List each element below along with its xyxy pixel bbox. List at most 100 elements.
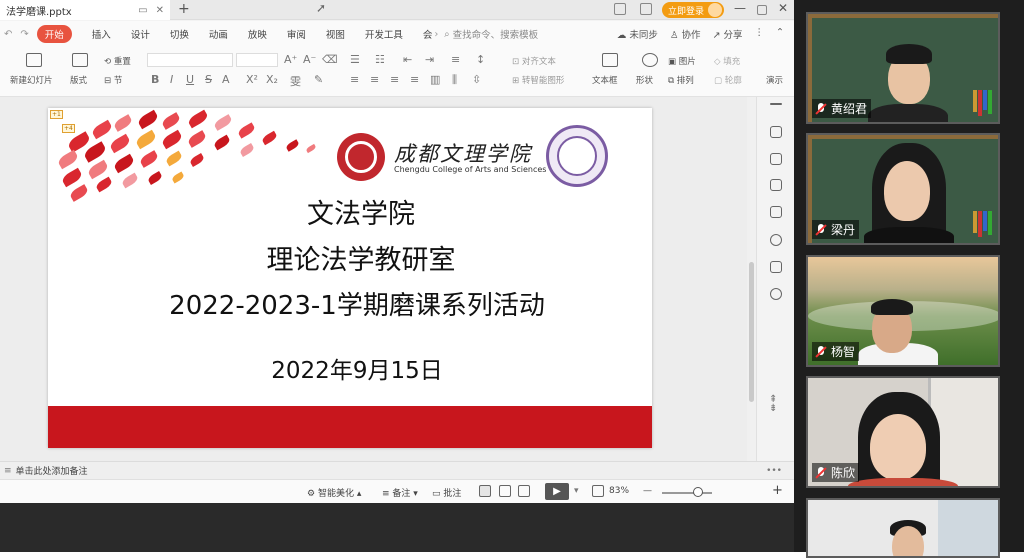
layout-button[interactable] — [60, 53, 100, 71]
menu-review[interactable]: 审阅 — [287, 27, 306, 41]
font-size-select[interactable] — [236, 53, 278, 67]
participant-tile[interactable]: 陈欣 — [806, 376, 1000, 488]
align-right-icon[interactable]: ≡ — [390, 73, 399, 86]
scroll-arrows-icon[interactable]: ⇞ ⇟ — [769, 395, 777, 414]
align-text-button[interactable]: ⊡ 对齐文本 — [512, 55, 556, 67]
decrease-indent-icon[interactable]: ⇤ — [403, 53, 412, 66]
smart-beautify-button[interactable]: ⚙ 智能美化 ▴ — [307, 486, 361, 499]
slide-transition-icon[interactable] — [770, 206, 782, 218]
collapse-ribbon-icon[interactable]: ⌃ — [776, 27, 784, 41]
vertical-scrollbar[interactable] — [747, 97, 756, 461]
menu-developer[interactable]: 开发工具 — [365, 27, 403, 41]
participant-tile[interactable] — [806, 498, 1000, 558]
login-button[interactable]: 立即登录 — [662, 2, 724, 18]
new-tab-plus-icon[interactable]: + — [178, 1, 190, 17]
close-window-icon[interactable]: ✕ — [778, 1, 788, 15]
menu-view[interactable]: 视图 — [326, 27, 345, 41]
text-direction-icon[interactable]: ↕ — [476, 53, 485, 66]
align-left-icon[interactable]: ≡ — [350, 73, 359, 86]
fill-button[interactable]: ◇ 填充 — [714, 55, 740, 67]
sync-button[interactable]: ☁ 未同步 — [617, 27, 658, 41]
adjust-icon[interactable] — [770, 153, 782, 165]
outline-button[interactable]: ▢ 轮廓 — [714, 74, 742, 86]
paragraph-spacing-icon[interactable]: ⇳ — [472, 73, 481, 86]
comments-button[interactable]: ▭ 批注 — [432, 486, 461, 499]
justify-icon[interactable]: ≡ — [410, 73, 419, 86]
zoom-slider[interactable] — [662, 492, 712, 494]
document-tab[interactable]: 法学磨课.pptx ▭ ✕ — [0, 0, 170, 20]
font-color-icon[interactable]: A — [222, 73, 230, 86]
columns-icon[interactable]: ⫼ — [452, 73, 457, 87]
location-icon[interactable] — [770, 288, 782, 300]
font-family-select[interactable] — [147, 53, 233, 67]
slide[interactable]: +1 +4 成都文理学院 Chengdu College of Arts and… — [48, 108, 652, 448]
zoom-in-icon[interactable]: + — [772, 483, 783, 498]
strikethrough-icon[interactable]: S — [205, 73, 212, 86]
layout-label[interactable]: 版式 — [70, 74, 87, 86]
shape-label[interactable]: 形状 — [636, 74, 653, 86]
arrange-button[interactable]: ⧉ 排列 — [668, 74, 694, 86]
layout-icon[interactable] — [614, 3, 626, 15]
new-slide-button[interactable] — [12, 53, 56, 71]
italic-icon[interactable]: I — [170, 73, 173, 86]
apps-icon[interactable] — [640, 3, 652, 15]
notes-more-icon[interactable]: ••• — [766, 466, 782, 476]
tab-close-icon[interactable]: ✕ — [156, 5, 164, 16]
undo-icon[interactable]: ↶ — [4, 29, 12, 40]
phonetic-icon[interactable]: 雯 — [290, 73, 301, 89]
restore-icon[interactable] — [757, 5, 767, 15]
animation-tag[interactable]: +1 — [50, 110, 63, 119]
line-spacing-icon[interactable]: ≡ — [451, 53, 460, 66]
extra-button[interactable]: 演示 — [766, 74, 783, 86]
numbered-list-icon[interactable]: ☷ — [375, 53, 385, 66]
play-options-icon[interactable]: ▾ — [574, 486, 579, 496]
highlight-icon[interactable]: ✎ — [314, 73, 323, 86]
fit-window-icon[interactable] — [592, 485, 604, 497]
participant-tile[interactable]: 梁丹 — [806, 133, 1000, 245]
share-button[interactable]: ↗ 分享 — [713, 27, 743, 41]
underline-icon[interactable]: U — [186, 73, 194, 86]
textbox-label[interactable]: 文本框 — [592, 74, 618, 86]
more-options-icon[interactable]: ⋮ — [755, 27, 765, 41]
distribute-icon[interactable]: ▥ — [430, 73, 440, 86]
tab-restore-icon[interactable]: ▭ — [138, 5, 147, 16]
minimize-icon[interactable]: — — [734, 1, 746, 15]
bold-icon[interactable]: B — [151, 73, 159, 86]
zoom-level[interactable]: 83% — [609, 486, 629, 496]
reading-view-icon[interactable] — [518, 485, 530, 497]
convert-smartart-button[interactable]: ⊞ 转智能图形 — [512, 74, 564, 86]
animation-tag[interactable]: +4 — [62, 124, 75, 133]
align-center-icon[interactable]: ≡ — [370, 73, 379, 86]
menu-slideshow[interactable]: 放映 — [248, 27, 267, 41]
collapse-panel-icon[interactable] — [770, 103, 782, 105]
notes-bar[interactable]: ≡ 单击此处添加备注 ••• — [0, 461, 794, 479]
slide-canvas[interactable]: +1 +4 成都文理学院 Chengdu College of Arts and… — [0, 97, 756, 461]
increase-indent-icon[interactable]: ⇥ — [425, 53, 434, 66]
backup-icon[interactable] — [770, 261, 782, 273]
collab-button[interactable]: ♙ 协作 — [670, 27, 701, 41]
command-search[interactable]: ⌕ 查找命令、搜索模板 — [444, 27, 538, 42]
redo-icon[interactable]: ↷ — [20, 29, 28, 40]
participant-tile[interactable]: 黄绍君 — [806, 12, 1000, 124]
superscript-icon[interactable]: X² — [246, 73, 258, 86]
new-slide-label[interactable]: 新建幻灯片 — [10, 74, 53, 86]
menu-insert[interactable]: 插入 — [92, 27, 111, 41]
increase-font-icon[interactable]: A⁺ — [284, 53, 297, 66]
zoom-out-icon[interactable]: — — [643, 486, 652, 496]
clear-format-icon[interactable]: ⌫ — [322, 53, 338, 66]
reset-button[interactable]: ⟲ 重置 — [104, 55, 131, 67]
help-icon[interactable] — [770, 234, 782, 246]
menu-member[interactable]: 会 — [423, 27, 433, 41]
slide-sorter-icon[interactable] — [499, 485, 511, 497]
bullet-list-icon[interactable]: ☰ — [350, 53, 360, 66]
subscript-icon[interactable]: X₂ — [266, 73, 278, 86]
participant-tile[interactable]: 杨智 — [806, 255, 1000, 367]
scrollbar-thumb[interactable] — [749, 262, 754, 402]
picture-button[interactable]: ▣ 图片 — [668, 55, 696, 67]
paint-icon[interactable] — [770, 126, 782, 138]
notes-toggle-button[interactable]: ≡ 备注 ▾ — [382, 486, 418, 499]
section-button[interactable]: ⊟ 节 — [104, 74, 122, 86]
textbox-button[interactable] — [590, 53, 630, 71]
play-slideshow-button[interactable]: ▶ — [545, 483, 569, 500]
menu-home[interactable]: 开始 — [36, 25, 72, 43]
